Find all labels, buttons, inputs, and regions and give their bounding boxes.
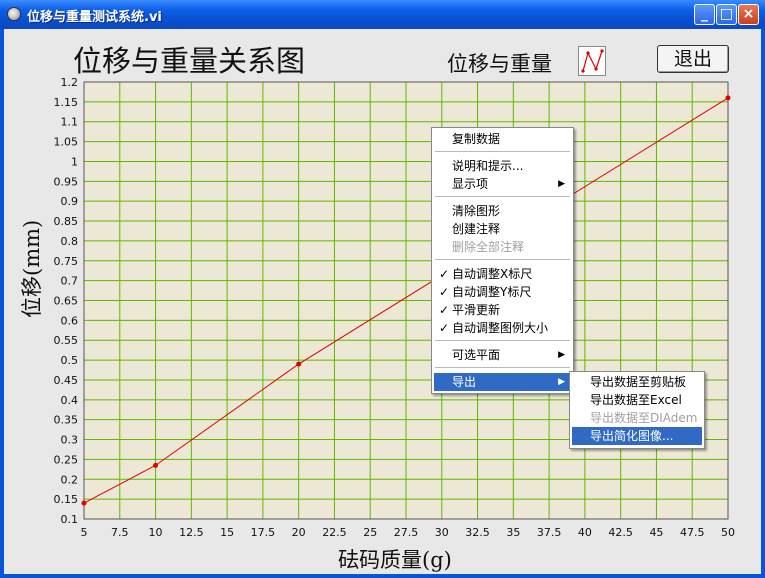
menu-item-copy-data[interactable]: 复制数据	[434, 130, 571, 148]
y-tick-label: 0.4	[61, 394, 79, 407]
data-point	[153, 462, 159, 468]
checkmark-icon: ✓	[439, 303, 450, 317]
y-tick-label: 0.8	[61, 235, 79, 248]
y-tick-label: 0.25	[54, 453, 79, 466]
x-tick-label: 45	[649, 526, 663, 539]
x-tick-label: 37.5	[537, 526, 562, 539]
menu-item-visible-items[interactable]: 显示项 ▶	[434, 175, 571, 193]
x-tick-label: 17.5	[251, 526, 276, 539]
menu-item-export[interactable]: 导出 ▶	[434, 373, 571, 391]
y-tick-label: 0.65	[54, 295, 79, 308]
y-tick-label: 0.15	[54, 493, 79, 506]
y-tick-label: 1.15	[54, 96, 79, 109]
x-tick-label: 30	[435, 526, 449, 539]
x-tick-label: 10	[149, 526, 163, 539]
x-tick-label: 27.5	[394, 526, 419, 539]
y-tick-label: 0.95	[54, 175, 79, 188]
y-tick-label: 0.6	[61, 314, 79, 327]
y-tick-label: 0.2	[61, 473, 79, 486]
y-tick-label: 0.5	[61, 354, 79, 367]
x-tick-label: 25	[363, 526, 377, 539]
menu-item-autoscale-y[interactable]: ✓ 自动调整Y标尺	[434, 283, 571, 301]
menu-separator	[435, 196, 570, 197]
xy-graph[interactable]: 5 7.5 10 12.5 15 17.5 20 22.5 25 27.5 30 32.5 35 37.5…	[0, 0, 765, 578]
data-point	[81, 500, 87, 506]
checkmark-icon: ✓	[439, 321, 450, 335]
checkmark-icon: ✓	[439, 267, 450, 281]
y-tick-label: 0.85	[54, 215, 79, 228]
menu-item-create-annotation[interactable]: 创建注释	[434, 220, 571, 238]
menu-separator	[435, 151, 570, 152]
menu-item-clear-graph[interactable]: 清除图形	[434, 202, 571, 220]
checkmark-icon: ✓	[439, 285, 450, 299]
menu-separator	[435, 259, 570, 260]
y-tick-label: 0.7	[61, 275, 79, 288]
submenu-arrow-icon: ▶	[558, 179, 565, 189]
x-tick-label: 42.5	[608, 526, 633, 539]
menu-item-export-diadem: 导出数据至DIAdem	[590, 411, 698, 425]
submenu-arrow-icon: ▶	[558, 377, 565, 387]
menu-separator	[435, 340, 570, 341]
menu-item-export-clipboard[interactable]: 导出数据至剪贴板	[572, 373, 702, 391]
y-tick-label: 0.35	[54, 414, 79, 427]
y-tick-label: 0.45	[54, 374, 79, 387]
x-tick-label: 50	[721, 526, 735, 539]
y-tick-label: 1.2	[61, 76, 79, 89]
x-tick-label: 7.5	[111, 526, 129, 539]
menu-item-export-image[interactable]: 导出简化图像...	[572, 427, 702, 445]
x-tick-label: 12.5	[179, 526, 204, 539]
x-tick-label: 32.5	[465, 526, 490, 539]
x-tick-label: 15	[220, 526, 234, 539]
y-tick-label: 0.3	[61, 434, 79, 447]
y-tick-label: 0.9	[61, 195, 79, 208]
menu-item-description[interactable]: 说明和提示...	[434, 157, 571, 175]
y-tick-label: 1.05	[54, 136, 79, 149]
y-axis-title: 位移(mm)	[20, 219, 44, 318]
y-tick-label: 1.1	[61, 116, 79, 129]
submenu-arrow-icon: ▶	[558, 350, 565, 360]
export-submenu: 导出数据至剪贴板 导出数据至Excel 导出数据至DIAdem 导出简化图像..…	[569, 371, 705, 449]
x-tick-label: 20	[292, 526, 306, 539]
data-point	[296, 361, 302, 367]
menu-item-autosize-legend[interactable]: ✓ 自动调整图例大小	[434, 319, 571, 337]
x-tick-label: 35	[506, 526, 520, 539]
menu-item-export-excel[interactable]: 导出数据至Excel	[572, 391, 702, 409]
x-tick-label: 40	[578, 526, 592, 539]
menu-item-autoscale-x[interactable]: ✓ 自动调整X标尺	[434, 265, 571, 283]
data-point	[725, 95, 731, 101]
menu-item-transparent-plane[interactable]: 可选平面 ▶	[434, 346, 571, 364]
y-tick-label: 0.55	[54, 334, 79, 347]
context-menu: 复制数据 说明和提示... 显示项 ▶ 清除图形 创建注释 删除全部注释 ✓ 自动调…	[431, 127, 574, 394]
y-tick-label: 0.75	[54, 255, 79, 268]
menu-item-delete-annotations: 删除全部注释	[452, 240, 525, 254]
menu-item-smooth-update[interactable]: ✓ 平滑更新	[434, 301, 571, 319]
x-tick-label: 22.5	[322, 526, 347, 539]
x-tick-label: 47.5	[680, 526, 705, 539]
x-tick-label: 5	[81, 526, 88, 539]
menu-separator	[435, 367, 570, 368]
x-axis-title: 砝码质量(g)	[338, 548, 452, 572]
y-tick-label: 0.1	[61, 513, 79, 526]
y-tick-label: 1	[71, 155, 78, 168]
